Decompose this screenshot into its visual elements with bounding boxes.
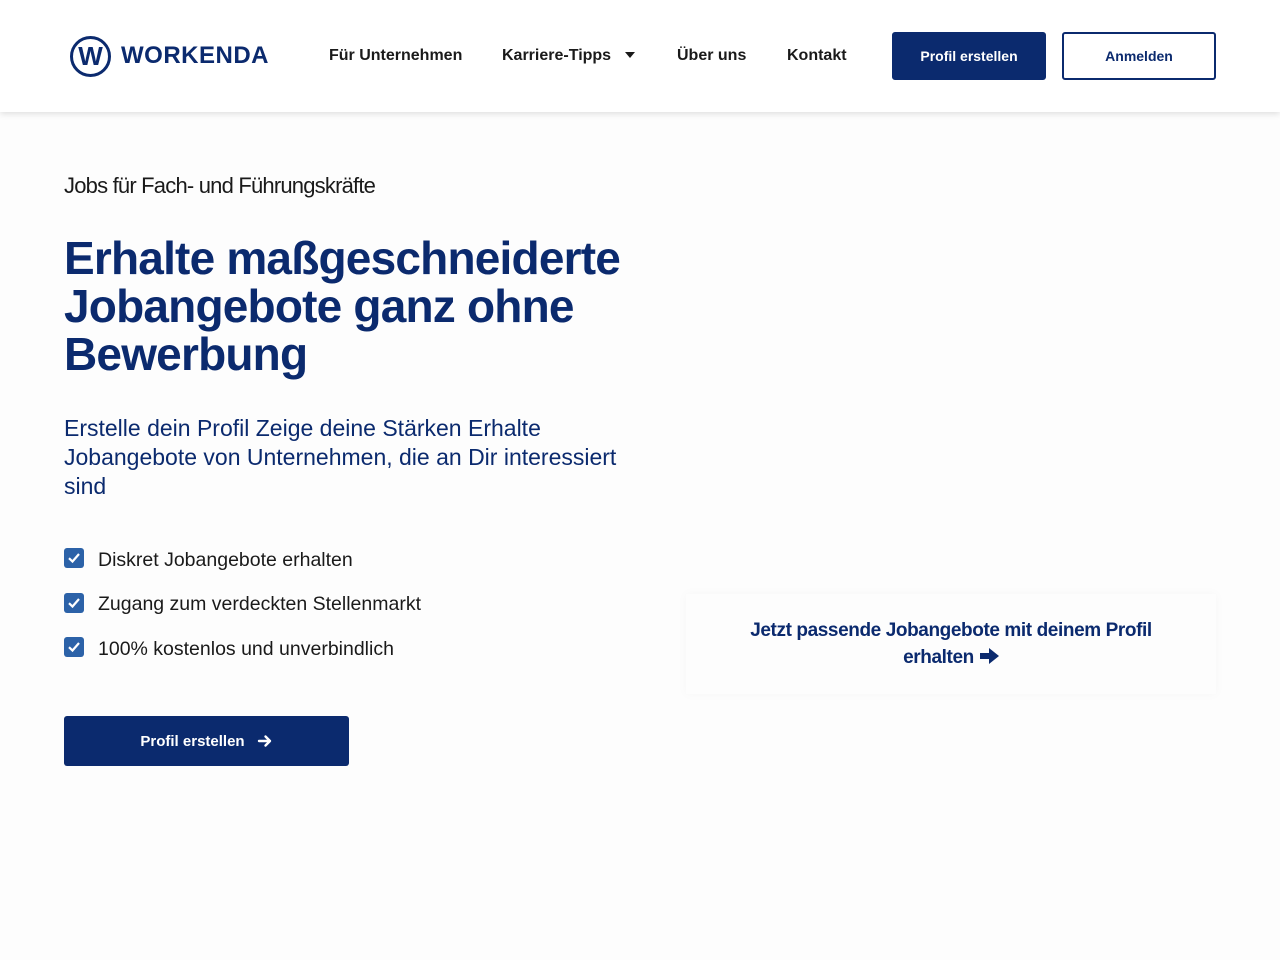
promo-link[interactable]: Jetzt passende Jobangebote mit deinem Pr… <box>686 594 1216 694</box>
profile-create-button[interactable]: Profil erstellen <box>892 32 1046 80</box>
hero-eyebrow: Jobs für Fach- und Führungskräfte <box>64 173 376 198</box>
hero-subtitle: Erstelle dein Profil Zeige deine Stärken… <box>64 415 617 499</box>
checkbox-checked-icon <box>64 637 84 658</box>
benefit-text: Zugang zum verdeckten Stellenmarkt <box>98 593 421 616</box>
benefit-item: 100% kostenlos und unverbindlich <box>64 627 421 672</box>
hero-cta-label: Profil erstellen <box>140 732 245 750</box>
promo-text-wrap: Jetzt passende Jobangebote mit deinem Pr… <box>746 617 1156 671</box>
benefit-list: Diskret Jobangebote erhalten Zugang zum … <box>64 538 421 672</box>
benefit-text: Diskret Jobangebote erhalten <box>98 548 353 571</box>
nav-item-kontakt[interactable]: Kontakt <box>787 46 847 66</box>
arrow-right-icon <box>257 735 271 747</box>
hero-title: Erhalte maßgeschneiderte Jobangebote gan… <box>64 232 621 380</box>
promo-text: Jetzt passende Jobangebote mit deinem Pr… <box>750 620 1152 668</box>
login-button[interactable]: Anmelden <box>1062 32 1216 80</box>
nav-item-label: Karriere-Tipps <box>502 47 612 64</box>
benefit-item: Zugang zum verdeckten Stellenmarkt <box>64 583 421 628</box>
nav-item-ueber-uns[interactable]: Über uns <box>677 46 746 66</box>
benefit-item: Diskret Jobangebote erhalten <box>64 538 421 583</box>
nav-item-karriere-tipps[interactable]: Karriere-Tipps <box>502 46 636 66</box>
checkbox-checked-icon <box>64 548 84 569</box>
benefit-text: 100% kostenlos und unverbindlich <box>98 637 394 660</box>
arrow-right-icon <box>979 647 999 664</box>
nav-item-fuer-unternehmen[interactable]: Für Unternehmen <box>329 46 462 66</box>
checkbox-checked-icon <box>64 592 84 613</box>
chevron-down-icon <box>625 51 636 58</box>
hero-cta-button[interactable]: Profil erstellen <box>64 716 349 766</box>
site-header: W WORKENDA Für Unternehmen Karriere-Tipp… <box>0 0 1280 112</box>
